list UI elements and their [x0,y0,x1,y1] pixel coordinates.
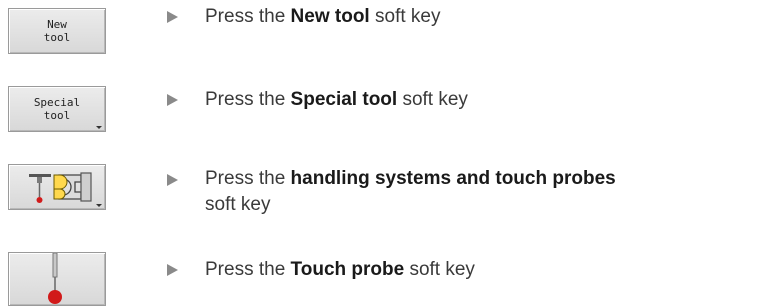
bullet-arrow-icon [167,264,178,276]
handling-systems-touch-probes-softkey[interactable] [8,164,106,210]
softkey-name: handling systems and touch probes [290,168,616,189]
softkey-name: New tool [290,6,370,27]
instruction-text: Press the New tool soft key [205,6,441,27]
submenu-indicator-icon [96,126,102,129]
instruction-text: Press the Special tool soft key [205,89,468,110]
touch-probe-icon [48,253,62,304]
instruction-text: Press the Touch probe soft key [205,259,475,280]
softkey-label: New tool [43,18,71,44]
softkey-label: Special tool [33,96,81,122]
softkey-name: Touch probe [290,259,405,280]
submenu-indicator-icon [96,204,102,207]
bullet-arrow-icon [167,11,178,23]
special-tool-softkey[interactable]: Special tool [8,86,106,132]
instruction-text: Press the handling systems and touch pro… [205,168,616,215]
new-tool-softkey[interactable]: New tool [8,8,106,54]
touch-probe-softkey[interactable] [8,252,106,306]
bullet-arrow-icon [167,174,178,186]
handling-systems-and-touch-probes-icon [29,172,92,203]
softkey-name: Special tool [290,89,398,110]
bullet-arrow-icon [167,94,178,106]
